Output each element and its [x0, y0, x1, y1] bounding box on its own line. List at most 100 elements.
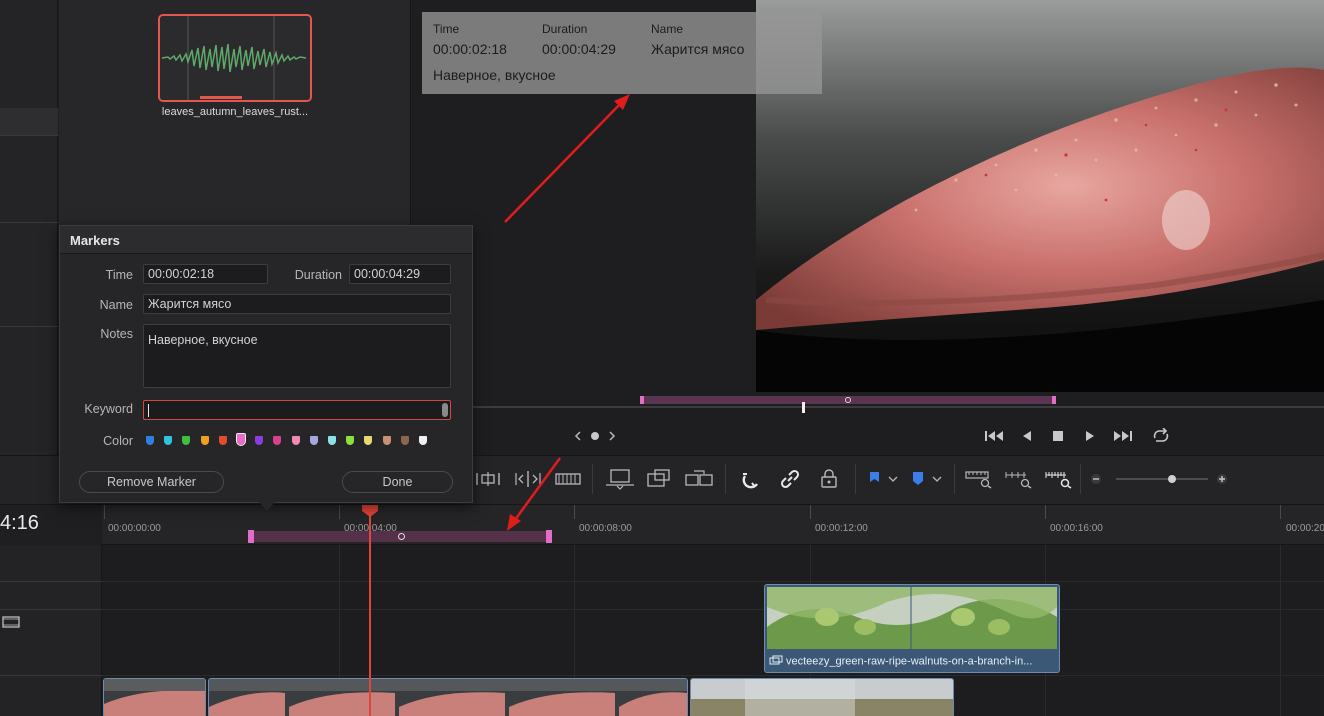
blade-tool-icon[interactable] — [555, 466, 581, 492]
overlay-duration-label: Duration — [542, 22, 588, 36]
ruler-tick — [339, 505, 340, 519]
color-swatch[interactable] — [255, 436, 264, 445]
color-swatch[interactable] — [218, 436, 227, 445]
dynamic-trim-icon[interactable] — [513, 466, 543, 492]
color-swatch[interactable] — [291, 436, 300, 445]
clip-link-icon — [769, 655, 783, 668]
grid-line — [1280, 545, 1281, 716]
color-swatch[interactable] — [419, 436, 427, 445]
name-label: Name — [99, 298, 133, 312]
ruler-tick — [1045, 505, 1046, 519]
zoom-slider[interactable] — [1114, 466, 1210, 492]
color-swatch[interactable] — [200, 436, 209, 445]
marker-info-overlay: Time Duration Name 00:00:02:18 00:00:04:… — [422, 12, 822, 94]
trim-tool-icon[interactable] — [474, 466, 502, 492]
color-swatch[interactable] — [382, 436, 391, 445]
video-clip-meat-2[interactable] — [208, 678, 688, 716]
timeline-marker-point[interactable] — [398, 533, 405, 540]
play-reverse-icon[interactable] — [1017, 426, 1037, 446]
flag-dropdown-chevron-icon[interactable] — [886, 466, 900, 492]
color-swatch[interactable] — [346, 436, 355, 445]
zoom-detail-icon[interactable] — [1004, 466, 1034, 492]
video-track-icon[interactable] — [2, 616, 20, 631]
jog-center-icon[interactable] — [589, 430, 601, 442]
color-label: Color — [103, 434, 133, 448]
overlay-notes-value: Наверное, вкусное — [433, 67, 556, 83]
time-label: Time — [105, 268, 133, 282]
color-swatch[interactable] — [309, 436, 318, 445]
overlay-time-label: Time — [433, 22, 460, 36]
video-clip-meat-1[interactable] — [103, 678, 206, 716]
marker-range-start[interactable] — [640, 396, 644, 404]
insert-clip-icon[interactable] — [604, 466, 636, 492]
left-panel-selected-row[interactable] — [0, 108, 58, 135]
duration-field[interactable]: 00:00:04:29 — [349, 264, 451, 284]
color-swatch[interactable] — [328, 436, 336, 445]
color-swatch[interactable] — [182, 436, 191, 445]
toolbar-separator — [855, 464, 856, 494]
viewer-playhead[interactable] — [802, 402, 805, 413]
remove-marker-button[interactable]: Remove Marker — [79, 471, 224, 493]
marker-range-start[interactable] — [248, 530, 254, 543]
zoom-out-icon[interactable] — [1089, 466, 1103, 492]
marker-range-end[interactable] — [1052, 396, 1056, 404]
playhead-handle-icon[interactable] — [361, 505, 379, 517]
dialog-pointer — [259, 502, 275, 511]
track-divider — [0, 675, 102, 676]
scrub-track[interactable] — [472, 406, 1324, 408]
color-swatch[interactable] — [364, 436, 373, 445]
overwrite-clip-icon[interactable] — [645, 466, 673, 492]
marker-range-end[interactable] — [546, 530, 552, 543]
marker-icon[interactable] — [908, 466, 928, 492]
overlay-name-label: Name — [651, 22, 684, 36]
go-to-start-icon[interactable] — [982, 426, 1006, 446]
duration-label: Duration — [294, 268, 342, 282]
color-swatch[interactable] — [236, 433, 246, 446]
toolbar-separator — [592, 464, 593, 494]
track-line — [102, 609, 1324, 610]
position-lock-icon[interactable] — [816, 466, 842, 492]
jog-left-icon[interactable] — [572, 428, 584, 444]
play-icon[interactable] — [1080, 426, 1100, 446]
loop-icon[interactable] — [1149, 426, 1173, 446]
clip-label: vecteezy_green-raw-ripe-walnuts-on-a-bra… — [769, 655, 1032, 668]
divider — [0, 135, 58, 136]
color-swatch[interactable] — [273, 436, 282, 445]
jog-right-icon[interactable] — [606, 428, 618, 444]
keyword-input[interactable] — [143, 400, 451, 420]
color-swatch[interactable] — [400, 436, 409, 445]
text-caret — [148, 404, 149, 417]
dialog-title: Markers — [60, 226, 472, 254]
viewer-frame-meat — [756, 0, 1324, 392]
replace-clip-icon[interactable] — [683, 466, 715, 492]
ruler-tick — [574, 505, 575, 519]
marker-dropdown-chevron-icon[interactable] — [930, 466, 944, 492]
name-field[interactable]: Жарится мясо — [143, 294, 451, 314]
linked-selection-icon[interactable] — [776, 466, 804, 492]
video-clip-landscape[interactable] — [690, 678, 954, 716]
keyword-scrollbar[interactable] — [442, 403, 448, 417]
video-clip-walnuts[interactable]: vecteezy_green-raw-ripe-walnuts-on-a-bra… — [764, 584, 1060, 673]
ruler-tick — [1280, 505, 1281, 519]
viewer-marker-point[interactable] — [845, 397, 851, 403]
done-button[interactable]: Done — [342, 471, 453, 493]
ruler-tick — [810, 505, 811, 519]
color-swatch[interactable] — [164, 436, 173, 445]
go-to-end-icon[interactable] — [1111, 426, 1135, 446]
color-swatch[interactable] — [146, 436, 154, 445]
snapping-magnet-icon[interactable] — [737, 466, 765, 492]
time-field[interactable]: 00:00:02:18 — [143, 264, 268, 284]
timeline-playhead[interactable] — [369, 510, 371, 716]
keyword-label: Keyword — [84, 402, 133, 416]
zoom-full-icon[interactable] — [964, 466, 994, 492]
zoom-in-icon[interactable] — [1215, 466, 1229, 492]
flag-icon[interactable] — [864, 466, 884, 492]
overlay-name-value: Жарится мясо — [651, 41, 745, 57]
markers-dialog: Markers Time 00:00:02:18 Duration 00:00:… — [59, 225, 473, 503]
audio-waveform — [160, 16, 310, 100]
zoom-custom-icon[interactable] — [1044, 466, 1074, 492]
stop-icon[interactable] — [1048, 426, 1068, 446]
audio-clip-thumbnail[interactable] — [158, 14, 312, 102]
divider — [0, 222, 58, 223]
notes-field[interactable]: Наверное, вкусное — [143, 324, 451, 388]
